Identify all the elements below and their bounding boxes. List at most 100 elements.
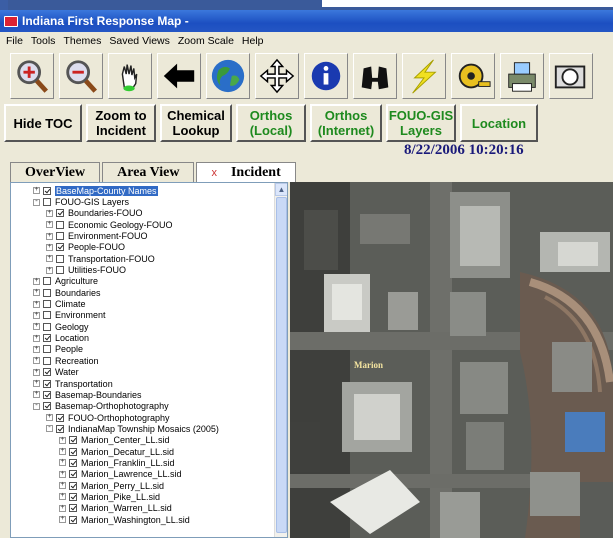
layer-checkbox[interactable] xyxy=(56,243,64,252)
orthos-local-button[interactable]: Orthos (Local) xyxy=(236,104,306,142)
toc-layer-row[interactable]: + Recreation xyxy=(11,355,275,366)
expand-icon[interactable]: + xyxy=(46,221,53,229)
menu-saved-views[interactable]: Saved Views xyxy=(105,35,174,47)
layer-checkbox[interactable] xyxy=(69,515,77,524)
pan-button[interactable] xyxy=(108,53,152,99)
toc-layer-row[interactable]: + Agriculture xyxy=(11,276,275,287)
expand-icon[interactable]: + xyxy=(59,482,66,490)
layer-checkbox[interactable] xyxy=(56,209,64,218)
toc-layer-row[interactable]: + Utilities-FOUO xyxy=(11,264,275,275)
toc-layer-row[interactable]: + Water xyxy=(11,367,275,378)
layer-checkbox[interactable] xyxy=(69,492,77,501)
menu-themes[interactable]: Themes xyxy=(59,35,105,47)
collapse-icon[interactable]: - xyxy=(33,402,40,410)
toc-layer-row[interactable]: + Geology xyxy=(11,321,275,332)
layer-checkbox[interactable] xyxy=(56,254,64,263)
expand-icon[interactable]: + xyxy=(33,391,40,399)
zoom-to-incident-button[interactable]: Zoom to Incident xyxy=(86,104,156,142)
expand-icon[interactable]: + xyxy=(46,414,53,422)
expand-icon[interactable]: + xyxy=(33,187,40,195)
toc-layer-row[interactable]: + Boundaries-FOUO xyxy=(11,208,275,219)
menu-help[interactable]: Help xyxy=(238,35,268,47)
expand-icon[interactable]: + xyxy=(33,289,40,297)
toc-layer-row[interactable]: + Economic Geology-FOUO xyxy=(11,219,275,230)
expand-icon[interactable]: + xyxy=(59,459,66,467)
layer-checkbox[interactable] xyxy=(43,288,51,297)
layer-checkbox[interactable] xyxy=(69,447,77,456)
layer-checkbox[interactable] xyxy=(69,470,77,479)
expand-icon[interactable]: + xyxy=(59,470,66,478)
expand-icon[interactable]: + xyxy=(33,334,40,342)
layer-checkbox[interactable] xyxy=(56,413,64,422)
orthos-internet-button[interactable]: Orthos (Internet) xyxy=(310,104,382,142)
collapse-icon[interactable]: - xyxy=(46,425,53,433)
expand-icon[interactable]: + xyxy=(33,323,40,331)
expand-icon[interactable]: + xyxy=(33,311,40,319)
layer-checkbox[interactable] xyxy=(56,424,64,433)
expand-icon[interactable]: + xyxy=(59,448,66,456)
expand-icon[interactable]: + xyxy=(33,300,40,308)
toc-scrollbar[interactable]: ▲ xyxy=(274,183,287,537)
toc-layer-row[interactable]: - Basemap-Orthophotography xyxy=(11,401,275,412)
fouo-gis-layers-button[interactable]: FOUO-GIS Layers xyxy=(386,104,456,142)
expand-icon[interactable]: + xyxy=(59,504,66,512)
toc-layer-row[interactable]: + Marion_Lawrence_LL.sid xyxy=(11,469,275,480)
expand-icon[interactable]: + xyxy=(46,266,53,274)
title-bar[interactable]: Indiana First Response Map - xyxy=(0,10,613,32)
close-tab-icon[interactable]: x xyxy=(211,167,217,179)
layer-checkbox[interactable] xyxy=(43,390,51,399)
location-button[interactable]: Location xyxy=(460,104,538,142)
toc-layer-row[interactable]: + People xyxy=(11,344,275,355)
layer-checkbox[interactable] xyxy=(56,232,64,241)
tab-overview[interactable]: OverView xyxy=(10,162,101,182)
toc-layer-row[interactable]: + Transportation-FOUO xyxy=(11,253,275,264)
expand-icon[interactable]: + xyxy=(59,436,66,444)
layer-checkbox[interactable] xyxy=(43,402,51,411)
back-button[interactable] xyxy=(157,53,201,99)
expand-icon[interactable]: + xyxy=(33,357,40,365)
collapse-icon[interactable]: - xyxy=(33,198,40,206)
toc-layer-row[interactable]: + Marion_Center_LL.sid xyxy=(11,435,275,446)
expand-icon[interactable]: + xyxy=(33,380,40,388)
camera-button[interactable] xyxy=(549,53,593,99)
toc-layer-row[interactable]: + Marion_Franklin_LL.sid xyxy=(11,457,275,468)
zoom-in-button[interactable] xyxy=(10,53,54,99)
layer-checkbox[interactable] xyxy=(69,458,77,467)
toc-layer-row[interactable]: + Environment-FOUO xyxy=(11,230,275,241)
layer-checkbox[interactable] xyxy=(43,300,51,309)
layer-checkbox[interactable] xyxy=(43,277,51,286)
layer-checkbox[interactable] xyxy=(69,436,77,445)
toc-layer-row[interactable]: + BaseMap-County Names xyxy=(11,185,275,196)
layer-checkbox[interactable] xyxy=(43,334,51,343)
expand-icon[interactable]: + xyxy=(59,493,66,501)
layer-checkbox[interactable] xyxy=(43,322,51,331)
toc-layer-row[interactable]: + Marion_Washington_LL.sid xyxy=(11,514,275,525)
layer-checkbox[interactable] xyxy=(43,379,51,388)
menu-tools[interactable]: Tools xyxy=(27,35,60,47)
full-extent-button[interactable] xyxy=(206,53,250,99)
toc-layer-row[interactable]: + Marion_Pike_LL.sid xyxy=(11,491,275,502)
expand-icon[interactable]: + xyxy=(33,345,40,353)
tab-area-view[interactable]: Area View xyxy=(102,162,195,182)
map-view[interactable]: Marion xyxy=(290,182,613,538)
menu-zoom-scale[interactable]: Zoom Scale xyxy=(174,35,238,47)
layer-checkbox[interactable] xyxy=(56,220,64,229)
expand-icon[interactable]: + xyxy=(33,277,40,285)
toc-layer-row[interactable]: + Environment xyxy=(11,310,275,321)
expand-icon[interactable]: + xyxy=(46,255,53,263)
expand-icon[interactable]: + xyxy=(33,368,40,376)
scroll-thumb[interactable] xyxy=(276,197,287,533)
print-button[interactable] xyxy=(500,53,544,99)
toc-layer-row[interactable]: + Boundaries xyxy=(11,287,275,298)
toc-layer-row[interactable]: + Location xyxy=(11,332,275,343)
toc-layer-row[interactable]: + Marion_Decatur_LL.sid xyxy=(11,446,275,457)
layer-checkbox[interactable] xyxy=(43,345,51,354)
layer-checkbox[interactable] xyxy=(43,198,51,207)
expand-icon[interactable]: + xyxy=(46,243,53,251)
toc-layer-row[interactable]: + Marion_Perry_LL.sid xyxy=(11,480,275,491)
layer-checkbox[interactable] xyxy=(43,186,51,195)
layer-checkbox[interactable] xyxy=(69,504,77,513)
layer-checkbox[interactable] xyxy=(43,356,51,365)
measure-button[interactable] xyxy=(451,53,495,99)
layer-checkbox[interactable] xyxy=(56,266,64,275)
